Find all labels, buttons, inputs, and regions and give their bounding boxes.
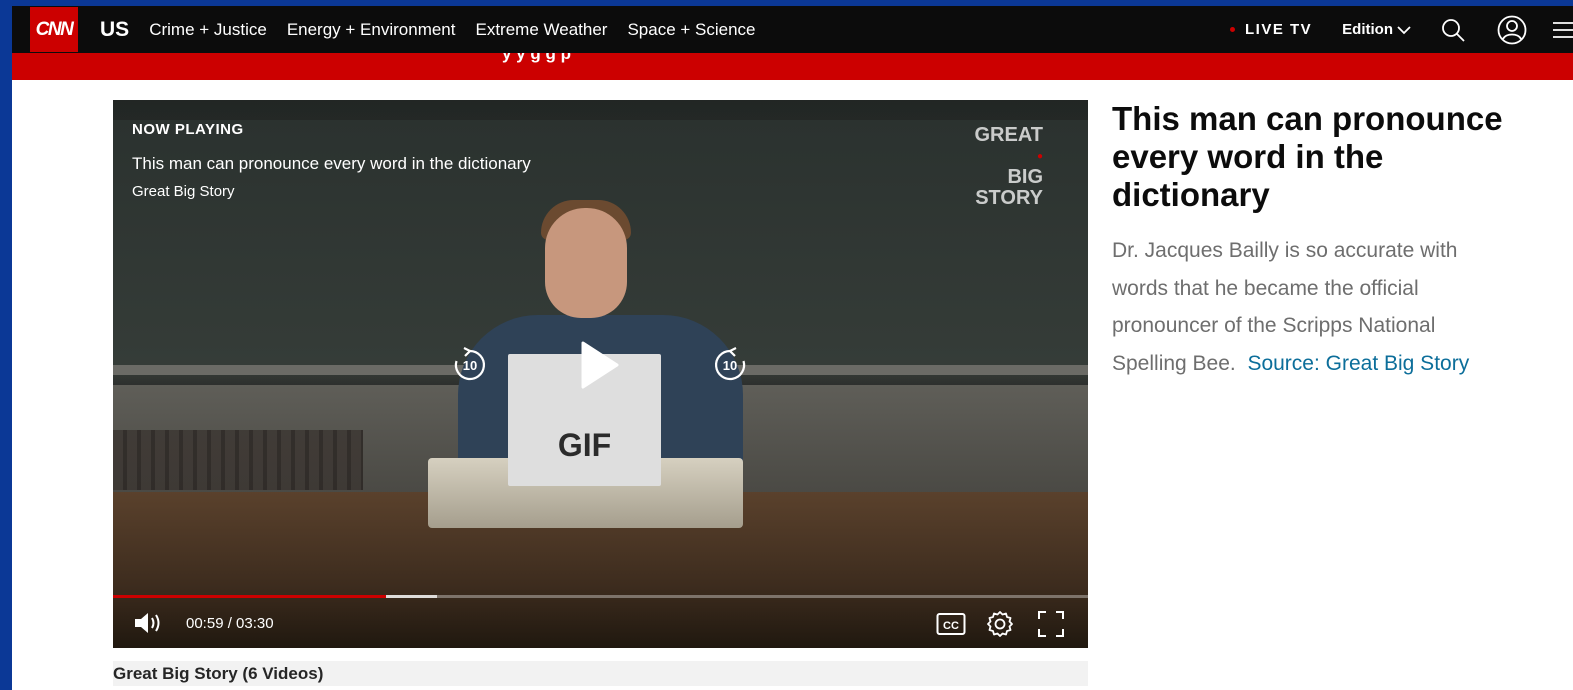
forward-10-icon: 10 [714,347,746,381]
gif-card-text: GIF [557,427,612,463]
page: CNN US Crime + Justice Energy + Environm… [12,6,1573,690]
live-indicator-dot [1229,27,1235,32]
nav-link-crime-justice[interactable]: Crime + Justice [149,20,267,40]
great-big-story-logo: GREAT ● BIG STORY [974,124,1043,209]
playlist-label: Great Big Story (6 Videos) [113,663,324,683]
play-button[interactable] [579,340,621,390]
forward-seconds-label: 10 [723,358,737,373]
banner-text: y y g g p [502,53,571,63]
fullscreen-button[interactable] [1037,610,1065,643]
video-headline: This man can pronounce every word in the… [1112,100,1503,213]
nav-link-extreme-weather[interactable]: Extreme Weather [475,20,607,40]
nav-right-group: LIVE TV Edition [1229,6,1573,53]
live-tv-link[interactable]: LIVE TV [1245,21,1312,38]
settings-button[interactable] [986,610,1014,643]
player-controls: 00:59 / 03:30 CC [113,598,1088,648]
edition-selector[interactable]: Edition [1342,21,1393,38]
rewind-10-button[interactable]: 10 [450,345,490,385]
top-navigation: CNN US Crime + Justice Energy + Environm… [12,6,1573,53]
now-playing-label: NOW PLAYING [132,121,244,138]
video-frame-radiator [113,430,363,490]
video-description: Dr. Jacques Bailly is so accurate with w… [1112,232,1507,382]
now-playing-source: Great Big Story [132,183,235,200]
cc-label: CC [943,620,959,632]
section-title[interactable]: US [100,18,129,42]
rewind-seconds-label: 10 [463,358,477,373]
cc-button[interactable]: CC [936,612,966,641]
cnn-logo[interactable]: CNN [30,7,78,52]
video-player[interactable]: GIF NOW PLAYING This man can pronounce e… [113,100,1088,648]
search-icon[interactable] [1441,18,1465,42]
now-playing-title: This man can pronounce every word in the… [132,154,531,173]
fullscreen-icon [1038,611,1064,637]
rewind-10-icon: 10 [454,347,486,381]
play-icon [581,341,619,389]
playlist-header[interactable]: Great Big Story (6 Videos) [113,661,1088,686]
cc-icon: CC [936,613,966,635]
settings-icon [987,611,1013,637]
nav-link-energy-environment[interactable]: Energy + Environment [287,20,456,40]
video-frame-person-head [545,208,627,318]
nav-link-space-science[interactable]: Space + Science [627,20,755,40]
breaking-banner[interactable]: y y g g p [12,53,1573,80]
volume-button[interactable] [133,610,165,641]
forward-10-button[interactable]: 10 [710,345,750,385]
time-display: 00:59 / 03:30 [186,615,274,632]
account-icon[interactable] [1497,15,1527,45]
menu-icon[interactable] [1551,20,1573,40]
source-link[interactable]: Source: Great Big Story [1247,352,1469,375]
volume-icon [135,613,160,633]
chevron-down-icon[interactable] [1397,25,1411,35]
